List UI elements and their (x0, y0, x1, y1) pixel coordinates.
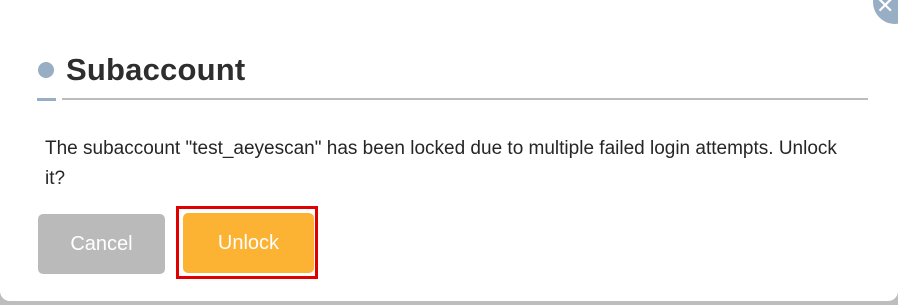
title-divider-accent (37, 98, 56, 101)
close-button[interactable]: ✕ (873, 0, 898, 24)
unlock-button[interactable]: Unlock (183, 213, 314, 273)
dialog-title: Subaccount (66, 52, 246, 87)
cancel-button[interactable]: Cancel (38, 214, 165, 274)
dialog-header: Subaccount (38, 50, 245, 90)
subaccount-dialog: ✕ Subaccount The subaccount "test_aeyesc… (0, 0, 898, 301)
title-divider (62, 98, 868, 100)
close-icon: ✕ (876, 0, 895, 19)
title-bullet-icon (38, 62, 54, 78)
dialog-message: The subaccount "test_aeyescan" has been … (45, 138, 837, 189)
